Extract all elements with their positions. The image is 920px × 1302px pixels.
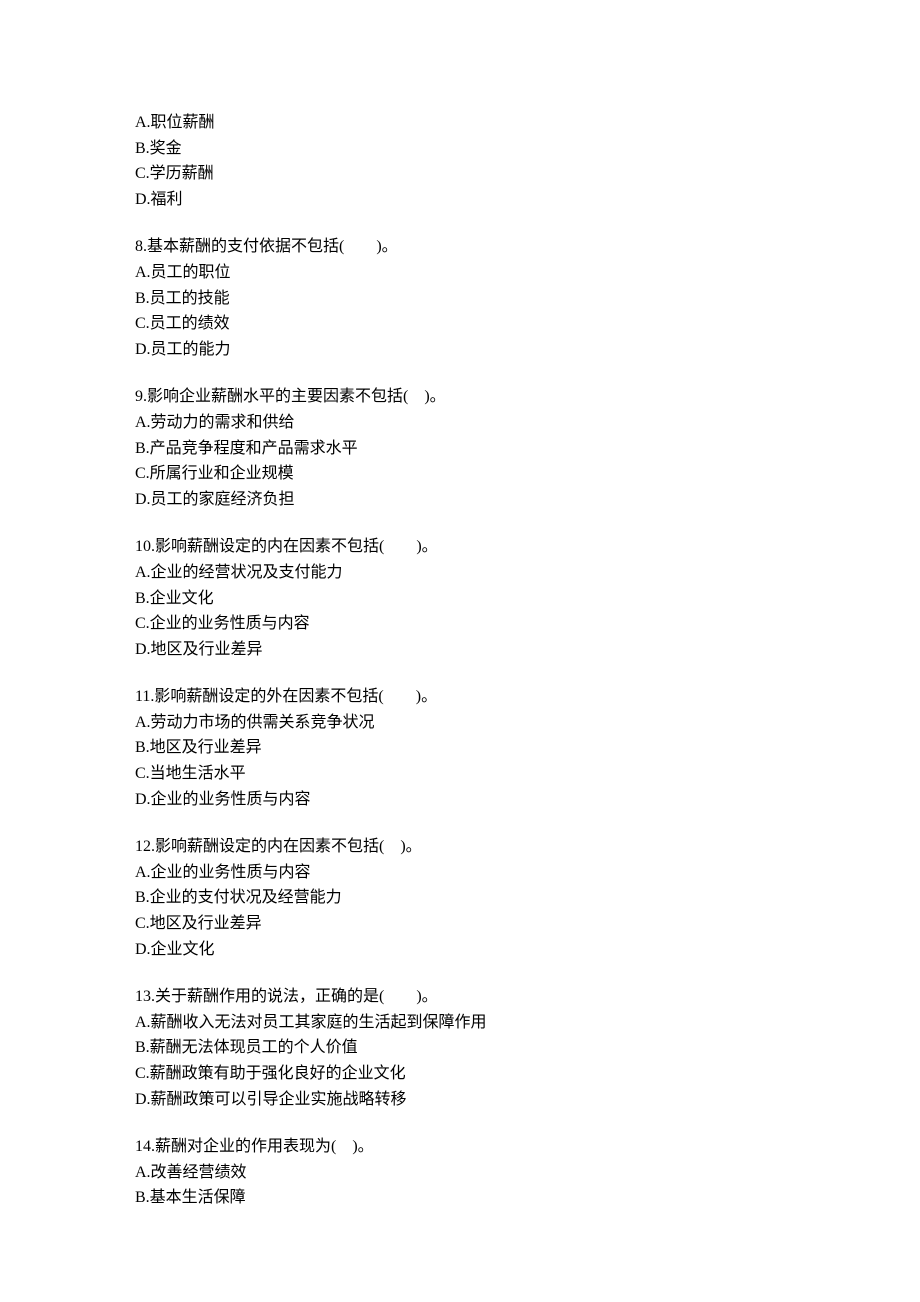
choice-c: C.薪酬政策有助于强化良好的企业文化 [135,1061,785,1087]
question-9: 9.影响企业薪酬水平的主要因素不包括( )。 A.劳动力的需求和供给 B.产品竞… [135,384,785,512]
question-stem: 13.关于薪酬作用的说法，正确的是( )。 [135,984,785,1010]
choice-d: D.员工的能力 [135,337,785,363]
choice-b: B.企业文化 [135,586,785,612]
choice-b: B.薪酬无法体现员工的个人价值 [135,1035,785,1061]
choice-b: B.员工的技能 [135,286,785,312]
question-14: 14.薪酬对企业的作用表现为( )。 A.改善经营绩效 B.基本生活保障 [135,1134,785,1211]
question-stem: 10.影响薪酬设定的内在因素不包括( )。 [135,534,785,560]
question-stem: 9.影响企业薪酬水平的主要因素不包括( )。 [135,384,785,410]
choice-d: D.薪酬政策可以引导企业实施战略转移 [135,1087,785,1113]
choice-c: C.当地生活水平 [135,761,785,787]
choice-b: B.地区及行业差异 [135,735,785,761]
question-11: 11.影响薪酬设定的外在因素不包括( )。 A.劳动力市场的供需关系竞争状况 B… [135,684,785,812]
choice-c: C.所属行业和企业规模 [135,461,785,487]
choice-c: C.企业的业务性质与内容 [135,611,785,637]
question-10: 10.影响薪酬设定的内在因素不包括( )。 A.企业的经营状况及支付能力 B.企… [135,534,785,662]
choice-b: B.基本生活保障 [135,1185,785,1211]
choice-d: D.员工的家庭经济负担 [135,487,785,513]
question-stem: 12.影响薪酬设定的内在因素不包括( )。 [135,834,785,860]
question-12: 12.影响薪酬设定的内在因素不包括( )。 A.企业的业务性质与内容 B.企业的… [135,834,785,962]
question-stem: 14.薪酬对企业的作用表现为( )。 [135,1134,785,1160]
choice-d: D.企业的业务性质与内容 [135,787,785,813]
choice-a: A.改善经营绩效 [135,1160,785,1186]
choice-c: C.员工的绩效 [135,311,785,337]
choice-d: D.地区及行业差异 [135,637,785,663]
choice-a: A.劳动力的需求和供给 [135,410,785,436]
question-stem: 8.基本薪酬的支付依据不包括( )。 [135,234,785,260]
choice-a: A.职位薪酬 [135,110,785,136]
question-13: 13.关于薪酬作用的说法，正确的是( )。 A.薪酬收入无法对员工其家庭的生活起… [135,984,785,1112]
choice-a: A.企业的经营状况及支付能力 [135,560,785,586]
question-8: 8.基本薪酬的支付依据不包括( )。 A.员工的职位 B.员工的技能 C.员工的… [135,234,785,362]
question-stem: 11.影响薪酬设定的外在因素不包括( )。 [135,684,785,710]
orphan-choices-block: A.职位薪酬 B.奖金 C.学历薪酬 D.福利 [135,110,785,212]
choice-b: B.企业的支付状况及经营能力 [135,885,785,911]
choice-b: B.产品竞争程度和产品需求水平 [135,436,785,462]
choice-c: C.地区及行业差异 [135,911,785,937]
choice-a: A.劳动力市场的供需关系竞争状况 [135,710,785,736]
choice-c: C.学历薪酬 [135,161,785,187]
choice-d: D.企业文化 [135,937,785,963]
choice-a: A.员工的职位 [135,260,785,286]
choice-a: A.企业的业务性质与内容 [135,860,785,886]
choice-d: D.福利 [135,187,785,213]
choice-b: B.奖金 [135,136,785,162]
choice-a: A.薪酬收入无法对员工其家庭的生活起到保障作用 [135,1010,785,1036]
